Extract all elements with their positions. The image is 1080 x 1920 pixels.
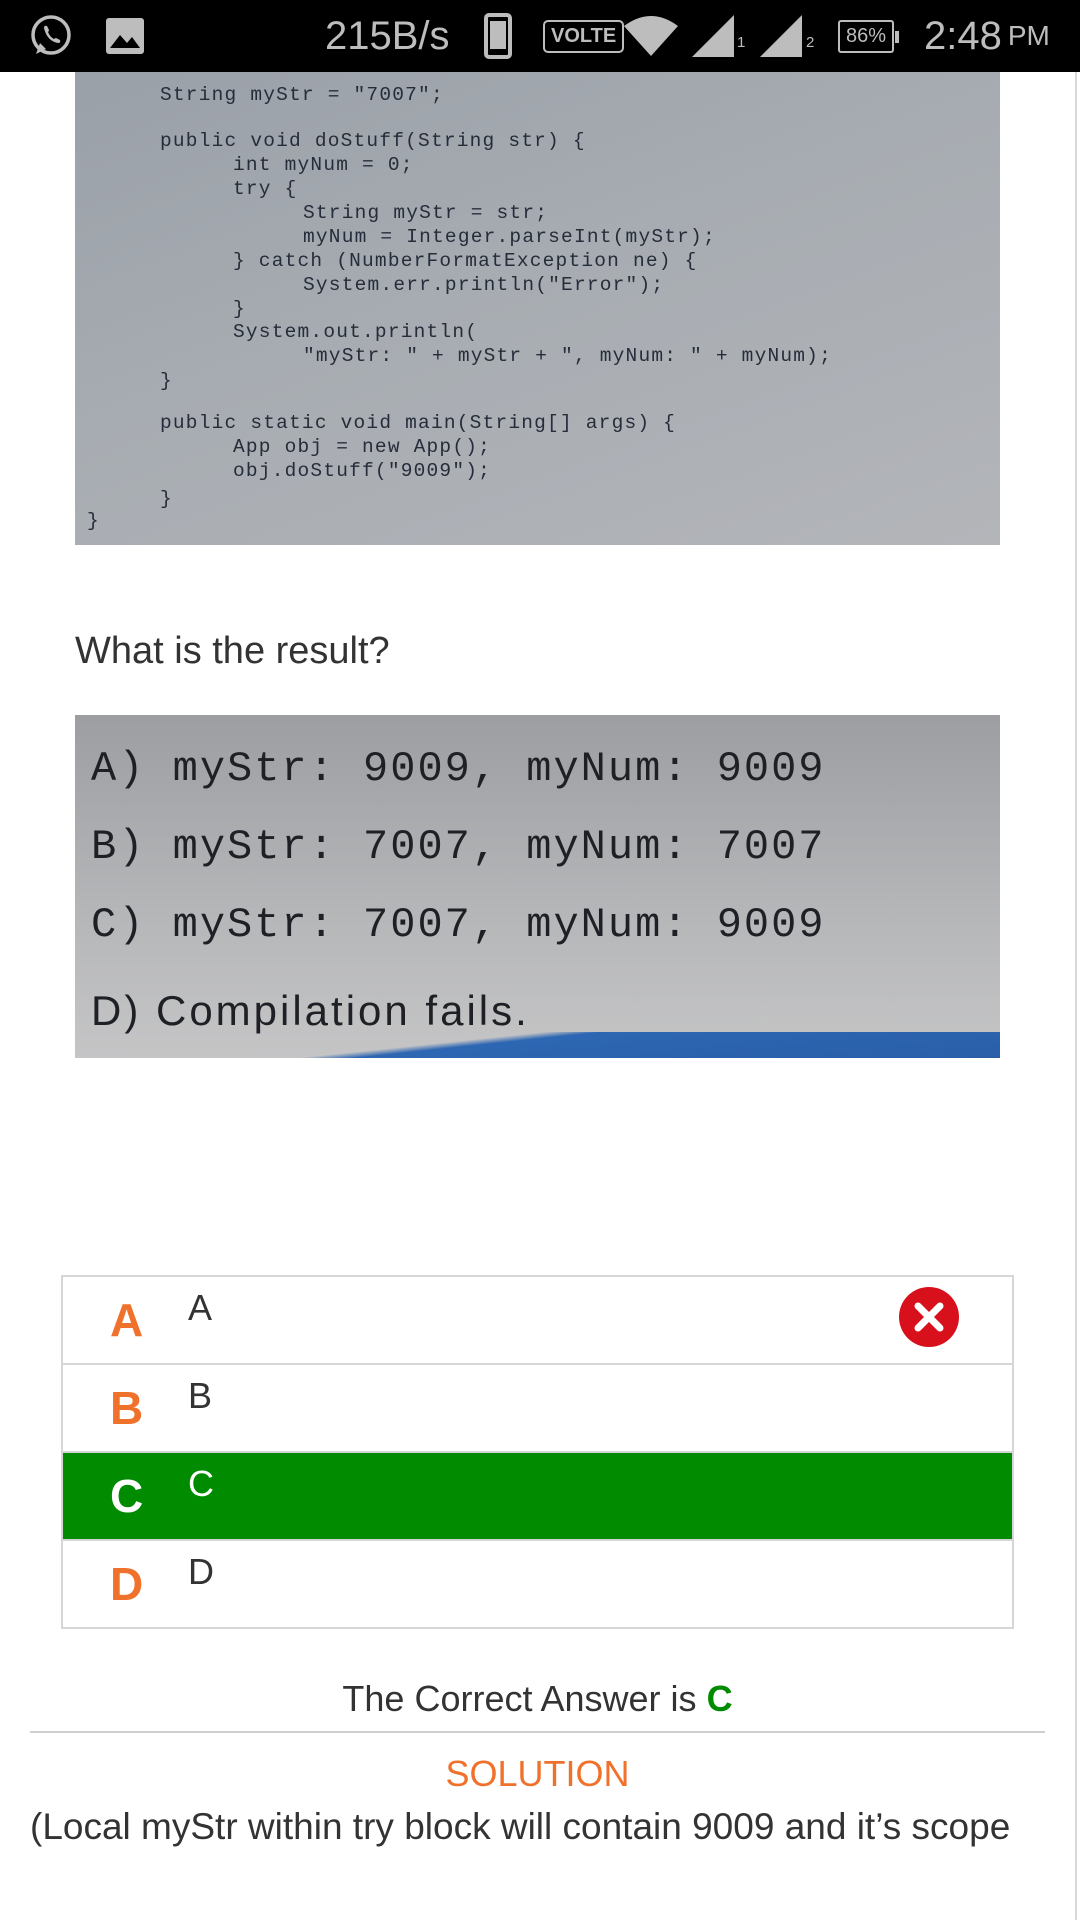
option-line: B) myStr: 7007, myNum: 7007 — [91, 823, 826, 871]
divider — [30, 1731, 1045, 1733]
network-speed: 215B/s — [325, 13, 450, 58]
options-screenshot: A) myStr: 9009, myNum: 9009 B) myStr: 70… — [75, 715, 1000, 1058]
code-line: int myNum = 0; — [233, 154, 414, 176]
answer-option-c[interactable]: C C — [63, 1453, 1012, 1541]
code-line: } — [160, 488, 173, 510]
wifi-icon — [622, 0, 680, 72]
answer-label: A — [188, 1287, 213, 1328]
correct-answer-line: The Correct Answer is C — [0, 1678, 1075, 1720]
code-line: } catch (NumberFormatException ne) { — [233, 250, 698, 272]
status-bar: 215B/s VOLTE 1 2 86% 2:48 PM — [0, 0, 1080, 72]
correct-answer-prefix: The Correct Answer is — [342, 1678, 697, 1719]
clock-ampm: PM — [1007, 20, 1050, 51]
answer-letter: D — [110, 1558, 144, 1610]
answer-label: D — [188, 1551, 214, 1592]
code-line: myNum = Integer.parseInt(myStr); — [303, 226, 716, 248]
option-line: D) Compilation fails. — [91, 987, 530, 1034]
answer-letter: B — [110, 1382, 144, 1434]
code-line: "myStr: " + myStr + ", myNum: " + myNum)… — [303, 345, 832, 367]
sim2-label: 2 — [806, 33, 815, 51]
answer-option-a[interactable]: A A — [63, 1277, 1012, 1365]
battery-indicator: 86% — [838, 19, 900, 53]
code-line: } — [160, 370, 173, 392]
solution-title: SOLUTION — [445, 1753, 630, 1794]
correct-answer-letter: C — [706, 1678, 733, 1719]
signal-icon — [690, 0, 740, 72]
code-line: public static void main(String[] args) { — [160, 412, 677, 434]
answer-option-d[interactable]: D D — [63, 1541, 1012, 1629]
answer-list: A A B B C C D D — [61, 1275, 1014, 1629]
screen-edge-decoration — [75, 1032, 1000, 1058]
code-line: String myStr = str; — [303, 202, 549, 224]
scroll-edge — [1075, 72, 1077, 1920]
volte-badge: VOLTE — [543, 19, 625, 53]
phone-icon — [484, 0, 512, 72]
whatsapp-icon — [28, 0, 74, 72]
code-screenshot: String myStr = "7007"; public void doStu… — [75, 72, 1000, 545]
code-line: System.out.println( — [233, 321, 479, 343]
gallery-icon — [105, 0, 145, 72]
code-line: App obj = new App(); — [233, 436, 492, 458]
answer-letter: C — [110, 1470, 144, 1522]
answer-letter: A — [110, 1294, 144, 1346]
sim1-label: 1 — [737, 33, 746, 51]
code-line: } — [233, 298, 246, 320]
code-line: try { — [233, 178, 298, 200]
option-line: A) myStr: 9009, myNum: 9009 — [91, 745, 826, 793]
solution-text: (Local myStr within try block will conta… — [30, 1806, 1011, 1847]
signal-icon — [758, 0, 808, 72]
answer-label: C — [188, 1463, 214, 1504]
answer-label: B — [188, 1375, 213, 1416]
question-text: What is the result? — [75, 630, 390, 672]
option-line: C) myStr: 7007, myNum: 9009 — [91, 901, 826, 949]
clock-time: 2:48 — [924, 13, 1002, 58]
code-line: } — [87, 510, 100, 532]
wrong-answer-icon — [899, 1287, 959, 1347]
code-line: String myStr = "7007"; — [160, 84, 444, 106]
code-line: public void doStuff(String str) { — [160, 130, 586, 152]
code-line: System.err.println("Error"); — [303, 274, 665, 296]
code-line: obj.doStuff("9009"); — [233, 460, 492, 482]
answer-option-b[interactable]: B B — [63, 1365, 1012, 1453]
